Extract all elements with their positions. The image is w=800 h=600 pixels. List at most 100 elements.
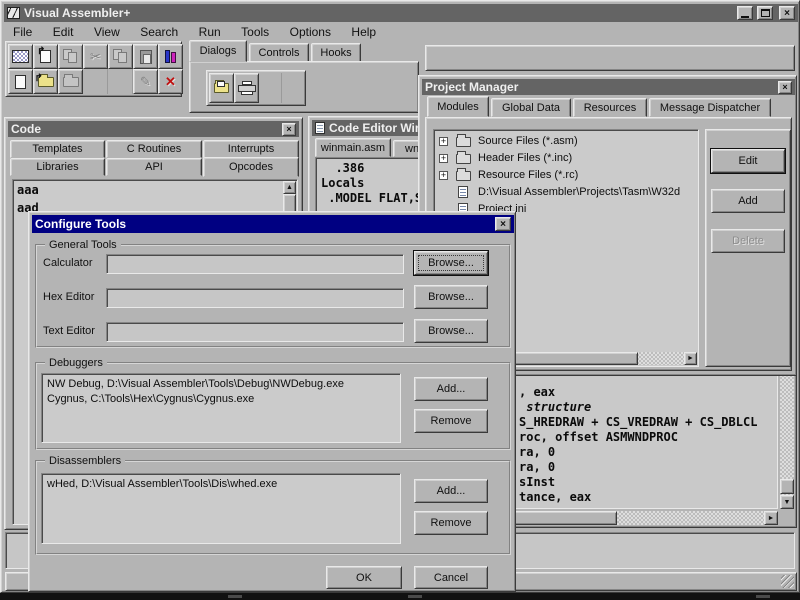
maximize-icon xyxy=(761,9,770,17)
tab-resources[interactable]: Resources xyxy=(573,98,647,117)
folder-export-icon: ↱ xyxy=(38,77,54,87)
tab-dialogs[interactable]: Dialogs xyxy=(189,40,247,62)
tab-c-routines[interactable]: C Routines xyxy=(106,140,202,158)
menu-tools[interactable]: Tools xyxy=(233,24,277,40)
code-line: ra, 0 xyxy=(519,460,757,475)
disassemblers-listbox[interactable]: wHed, D:\Visual Assembler\Tools\Dis\whed… xyxy=(41,473,401,544)
menu-help[interactable]: Help xyxy=(343,24,384,40)
debuggers-listbox[interactable]: NW Debug, D:\Visual Assembler\Tools\Debu… xyxy=(41,373,401,443)
code-editor-text-top[interactable]: .386 Locals .MODEL FLAT,S xyxy=(321,161,422,206)
tab-message-dispatcher[interactable]: Message Dispatcher xyxy=(649,98,771,117)
tree-row[interactable]: D:\Visual Assembler\Projects\Tasm\W32d xyxy=(434,184,698,201)
scroll-right-button[interactable]: ► xyxy=(764,511,778,525)
up-arrow-icon: ▲ xyxy=(286,184,293,191)
debuggers-add-button[interactable]: Add... xyxy=(414,377,488,401)
minimize-button[interactable] xyxy=(737,6,753,20)
expand-plus-icon[interactable]: + xyxy=(439,154,448,163)
maximize-button[interactable] xyxy=(757,6,773,20)
print-icon xyxy=(238,81,256,95)
disassemblers-add-button[interactable]: Add... xyxy=(414,479,488,503)
menu-edit[interactable]: Edit xyxy=(45,24,82,40)
scroll-up-button[interactable]: ▲ xyxy=(283,181,296,194)
list-item[interactable]: NW Debug, D:\Visual Assembler\Tools\Debu… xyxy=(47,377,395,392)
list-item[interactable]: Cygnus, C:\Tools\Hex\Cygnus\Cygnus.exe xyxy=(47,392,395,407)
tab-api[interactable]: API xyxy=(106,158,202,176)
calculator-input[interactable] xyxy=(106,254,404,274)
toolbar-dialog-grid-button[interactable] xyxy=(8,44,33,69)
code-window-titlebar[interactable]: Code × xyxy=(8,121,299,137)
tree-row[interactable]: + Source Files (*.asm) xyxy=(434,133,698,150)
scroll-down-button[interactable]: ▼ xyxy=(780,495,794,509)
toolbar-exit-button[interactable] xyxy=(158,44,183,69)
cancel-button[interactable]: Cancel xyxy=(414,566,488,589)
toolbar-folder-button[interactable] xyxy=(58,69,83,94)
toolbar-delete-button[interactable]: ✕ xyxy=(158,69,183,94)
text-editor-browse-button[interactable]: Browse... xyxy=(414,319,488,343)
expand-plus-icon[interactable]: + xyxy=(439,137,448,146)
new-file-icon xyxy=(15,75,26,89)
text-editor-input[interactable] xyxy=(106,322,404,342)
code-line: .386 xyxy=(321,161,422,176)
file-export-icon: ↱ xyxy=(40,50,51,63)
files-copy-icon xyxy=(63,49,78,64)
add-button[interactable]: Add xyxy=(711,189,785,213)
calculator-browse-button[interactable]: Browse... xyxy=(414,251,488,275)
tab-controls[interactable]: Controls xyxy=(249,43,309,62)
toolbar-paste-button[interactable] xyxy=(133,44,158,69)
list-item[interactable]: wHed, D:\Visual Assembler\Tools\Dis\whed… xyxy=(47,477,395,492)
tree-item-label[interactable]: Header Files (*.inc) xyxy=(478,152,572,164)
tab-opcodes[interactable]: Opcodes xyxy=(203,157,299,177)
exit-icon xyxy=(165,50,176,63)
configure-tools-close-button[interactable]: × xyxy=(495,217,511,231)
close-icon: × xyxy=(286,124,291,134)
toolbar-blank-slot xyxy=(108,69,133,94)
close-icon: × xyxy=(784,8,790,19)
debuggers-remove-button[interactable]: Remove xyxy=(414,409,488,433)
project-manager-close-button[interactable]: × xyxy=(778,81,792,94)
toolbar-folder-export-button[interactable]: ↱ xyxy=(33,69,58,94)
toolbar-files-copy-button[interactable] xyxy=(58,44,83,69)
tab-global-data[interactable]: Global Data xyxy=(491,98,571,117)
delete-button[interactable]: Delete xyxy=(711,229,785,253)
toolbar-edit-pencil-button[interactable]: ✎ xyxy=(133,69,158,94)
menu-view[interactable]: View xyxy=(86,24,128,40)
hex-editor-browse-button[interactable]: Browse... xyxy=(414,285,488,309)
menu-file[interactable]: File xyxy=(5,24,40,40)
code-window-close-button[interactable]: × xyxy=(282,123,296,136)
disassemblers-remove-button[interactable]: Remove xyxy=(414,511,488,535)
vscroll-thumb[interactable] xyxy=(780,479,794,494)
toolbar-new-file-button[interactable] xyxy=(8,69,33,94)
print-dialog-button[interactable] xyxy=(234,73,259,103)
tab-interrupts[interactable]: Interrupts xyxy=(203,140,299,158)
tree-item-label[interactable]: Source Files (*.asm) xyxy=(478,135,578,147)
hex-editor-input[interactable] xyxy=(106,288,404,308)
minimize-icon xyxy=(741,16,749,18)
expand-plus-icon[interactable]: + xyxy=(439,171,448,180)
main-titlebar[interactable]: Visual Assembler+ × xyxy=(4,4,798,22)
menu-run[interactable]: Run xyxy=(191,24,229,40)
tree-row[interactable]: + Header Files (*.inc) xyxy=(434,150,698,167)
configure-tools-titlebar[interactable]: Configure Tools × xyxy=(32,215,514,233)
ok-button[interactable]: OK xyxy=(326,566,402,589)
menu-search[interactable]: Search xyxy=(132,24,186,40)
edit-button[interactable]: Edit xyxy=(711,149,785,173)
code-editor-text-bottom[interactable]: , eax structure S_HREDRAW + CS_VREDRAW +… xyxy=(519,385,757,505)
resize-grip[interactable] xyxy=(781,575,794,588)
tab-templates[interactable]: Templates xyxy=(10,140,105,158)
toolbar-copy-button[interactable] xyxy=(108,44,133,69)
tab-libraries[interactable]: Libraries xyxy=(10,158,105,176)
tree-item-label[interactable]: Resource Files (*.rc) xyxy=(478,169,578,181)
tree-item-label[interactable]: D:\Visual Assembler\Projects\Tasm\W32d xyxy=(478,186,680,198)
toolbar-cut-button[interactable]: ✂ xyxy=(83,44,108,69)
tab-hooks[interactable]: Hooks xyxy=(311,43,361,62)
close-button[interactable]: × xyxy=(779,6,795,20)
menu-options[interactable]: Options xyxy=(282,24,339,40)
tree-row[interactable]: + Resource Files (*.rc) xyxy=(434,167,698,184)
tab-winmain-asm[interactable]: winmain.asm xyxy=(315,138,391,157)
list-item[interactable]: aaa xyxy=(13,180,297,200)
open-dialog-button[interactable] xyxy=(209,73,234,103)
tab-modules[interactable]: Modules xyxy=(427,96,489,117)
project-manager-titlebar[interactable]: Project Manager × xyxy=(422,79,795,95)
scroll-right-button[interactable]: ► xyxy=(684,352,697,365)
toolbar-file-export-button[interactable]: ↱ xyxy=(33,44,58,69)
